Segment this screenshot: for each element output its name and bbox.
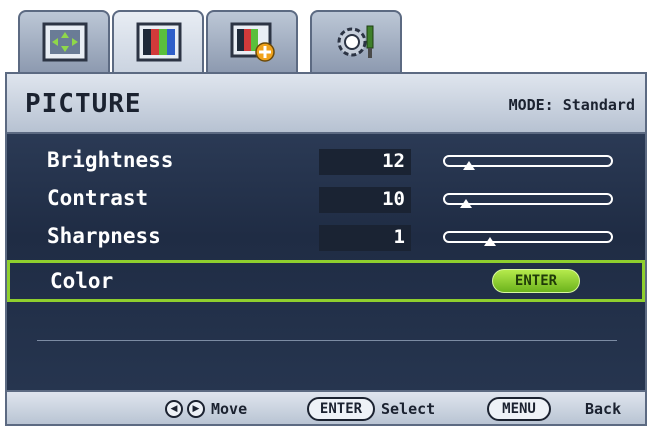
- page-title: PICTURE: [25, 89, 142, 119]
- tab-system[interactable]: [310, 10, 402, 72]
- tab-display[interactable]: [18, 10, 110, 72]
- value-box: 10: [319, 187, 411, 213]
- setting-value: 12: [382, 150, 405, 172]
- value-box: 1: [319, 225, 411, 251]
- move-hint: Move: [211, 400, 248, 418]
- settings-panel: Brightness 12 Contrast 10 Sharpness 1 Co…: [5, 134, 647, 390]
- system-settings-icon: [337, 25, 374, 58]
- brightness-slider[interactable]: [443, 155, 613, 170]
- picture-icon: [136, 22, 182, 62]
- contrast-slider[interactable]: [443, 193, 613, 208]
- setting-row-contrast[interactable]: Contrast 10: [7, 182, 645, 218]
- menu-key: MENU: [487, 397, 551, 421]
- tab-picture-advanced[interactable]: [206, 10, 298, 72]
- setting-value: 1: [393, 226, 405, 248]
- picture-advanced-icon: [230, 22, 275, 62]
- slider-thumb[interactable]: [460, 199, 473, 208]
- slider-thumb[interactable]: [463, 161, 476, 170]
- select-hint: Select: [381, 400, 436, 418]
- left-arrow-icon: ◀: [165, 400, 183, 418]
- setting-label: Sharpness: [47, 224, 161, 248]
- display-position-icon: [42, 22, 88, 62]
- slider-thumb[interactable]: [483, 237, 496, 246]
- right-arrow-icon: ▶: [187, 400, 205, 418]
- sharpness-slider[interactable]: [443, 231, 613, 246]
- enter-key: ENTER: [307, 397, 375, 421]
- setting-row-brightness[interactable]: Brightness 12: [7, 144, 645, 180]
- setting-value: 10: [382, 188, 405, 210]
- value-box: 12: [319, 149, 411, 175]
- menu-header: PICTURE MODE: Standard: [5, 72, 647, 134]
- setting-row-sharpness[interactable]: Sharpness 1: [7, 220, 645, 256]
- setting-label: Brightness: [47, 148, 174, 172]
- divider: [37, 340, 617, 341]
- setting-row-color[interactable]: Color ENTER: [7, 260, 645, 302]
- enter-button[interactable]: ENTER: [492, 269, 580, 293]
- back-hint: Back: [585, 400, 622, 418]
- setting-label: Color: [50, 269, 114, 293]
- mode-indicator: MODE: Standard: [508, 96, 635, 114]
- setting-label: Contrast: [47, 186, 149, 210]
- footer-hints: ◀ ▶ Move ENTER Select MENU Back: [5, 390, 647, 426]
- tab-picture[interactable]: [112, 10, 204, 76]
